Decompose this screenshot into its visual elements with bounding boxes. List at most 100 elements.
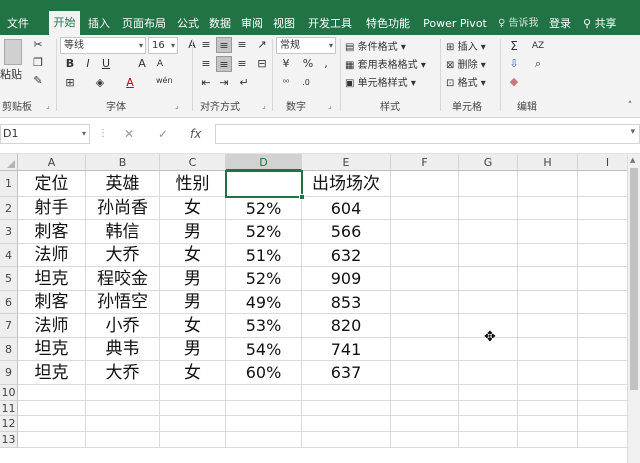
row-header-3[interactable]: 3 — [0, 220, 18, 244]
cell-f12[interactable] — [391, 416, 459, 432]
cell-d3[interactable]: 52% — [226, 220, 302, 244]
tab-insert[interactable]: 插入 — [84, 13, 114, 35]
cell-g4[interactable] — [459, 244, 518, 267]
tab-data[interactable]: 数据 — [206, 13, 234, 35]
tab-page-layout[interactable]: 页面布局 — [118, 13, 170, 35]
comma-button[interactable]: , — [318, 56, 334, 72]
alignment-launcher-icon[interactable]: ⌟ — [262, 101, 266, 110]
cell-a9[interactable]: 坦克 — [18, 361, 86, 385]
percent-button[interactable]: % — [300, 56, 316, 72]
cell-h7[interactable] — [518, 314, 578, 338]
cell-i13[interactable] — [578, 432, 627, 448]
cell-d6[interactable]: 49% — [226, 291, 302, 314]
insert-function-button[interactable]: fx — [190, 124, 201, 144]
login-button[interactable]: 登录 — [549, 13, 571, 35]
cell-g2[interactable] — [459, 197, 518, 220]
cell-g12[interactable] — [459, 416, 518, 432]
cell-b9[interactable]: 大乔 — [86, 361, 160, 385]
shrink-font-button[interactable]: A — [152, 56, 168, 72]
row-header-2[interactable]: 2 — [0, 197, 18, 220]
align-right-icon[interactable]: ≡ — [234, 56, 250, 72]
cell-d10[interactable] — [226, 385, 302, 401]
align-center-icon[interactable]: ≡ — [216, 56, 232, 72]
fill-color-icon[interactable]: ◈ — [92, 75, 108, 91]
cell-c9[interactable]: 女 — [160, 361, 226, 385]
tab-developer[interactable]: 开发工具 — [303, 13, 357, 35]
cell-g10[interactable] — [459, 385, 518, 401]
align-bottom-icon[interactable]: ≡ — [234, 37, 250, 53]
wrap-text-icon[interactable]: ↵ — [236, 75, 252, 91]
cell-g13[interactable] — [459, 432, 518, 448]
cell-e9[interactable]: 637 — [302, 361, 391, 385]
cell-c11[interactable] — [160, 401, 226, 416]
cell-i2[interactable] — [578, 197, 627, 220]
tab-power-pivot[interactable]: Power Pivot — [420, 13, 490, 35]
sort-filter-icon[interactable]: AZ — [530, 38, 546, 54]
cell-d8[interactable]: 54% — [226, 338, 302, 361]
currency-icon[interactable]: ¥ — [278, 56, 294, 72]
enter-icon[interactable]: ✓ — [158, 124, 168, 144]
row-header-6[interactable]: 6 — [0, 291, 18, 314]
row-header-9[interactable]: 9 — [0, 361, 18, 385]
find-select-icon[interactable]: ⌕ — [530, 56, 546, 72]
decrease-decimal-icon[interactable]: .0 — [298, 75, 314, 91]
cell-f5[interactable] — [391, 267, 459, 291]
cell-e8[interactable]: 741 — [302, 338, 391, 361]
cell-d2[interactable]: 52% — [226, 197, 302, 220]
cell-d11[interactable] — [226, 401, 302, 416]
align-middle-icon[interactable]: ≡ — [216, 37, 232, 53]
cell-a2[interactable]: 射手 — [18, 197, 86, 220]
cell-h5[interactable] — [518, 267, 578, 291]
collapse-ribbon-icon[interactable]: ˄ — [622, 98, 638, 114]
cell-e13[interactable] — [302, 432, 391, 448]
format-painter-icon[interactable]: ✎ — [30, 73, 46, 89]
cell-d12[interactable] — [226, 416, 302, 432]
font-launcher-icon[interactable]: ⌟ — [175, 101, 179, 110]
cell-e1[interactable]: 出场场次 — [302, 171, 391, 197]
borders-icon[interactable]: ⊞ — [62, 75, 78, 91]
tell-me-box[interactable]: ♀ 告诉我 — [498, 13, 539, 35]
cell-a13[interactable] — [18, 432, 86, 448]
cell-c1[interactable]: 性别 — [160, 171, 226, 197]
grow-font-button[interactable]: A — [134, 56, 150, 72]
paste-button[interactable]: 粘贴 — [0, 66, 22, 82]
cell-d13[interactable] — [226, 432, 302, 448]
merge-center-icon[interactable]: ⊟ — [254, 56, 270, 72]
cell-i3[interactable] — [578, 220, 627, 244]
column-header-h[interactable]: H — [518, 154, 578, 171]
cell-a6[interactable]: 刺客 — [18, 291, 86, 314]
align-left-icon[interactable]: ≡ — [198, 56, 214, 72]
tab-review[interactable]: 审阅 — [238, 13, 266, 35]
cell-g5[interactable] — [459, 267, 518, 291]
cell-f10[interactable] — [391, 385, 459, 401]
cell-f4[interactable] — [391, 244, 459, 267]
decrease-indent-icon[interactable]: ⇤ — [198, 75, 214, 91]
cell-e3[interactable]: 566 — [302, 220, 391, 244]
cell-h2[interactable] — [518, 197, 578, 220]
cell-g11[interactable] — [459, 401, 518, 416]
cell-b13[interactable] — [86, 432, 160, 448]
cell-c13[interactable] — [160, 432, 226, 448]
bold-button[interactable]: B — [62, 56, 78, 72]
cell-h11[interactable] — [518, 401, 578, 416]
cell-e10[interactable] — [302, 385, 391, 401]
vertical-scrollbar[interactable]: ▲ — [627, 154, 640, 463]
cell-e2[interactable]: 604 — [302, 197, 391, 220]
cell-i5[interactable] — [578, 267, 627, 291]
cell-a11[interactable] — [18, 401, 86, 416]
cell-c10[interactable] — [160, 385, 226, 401]
cell-b6[interactable]: 孙悟空 — [86, 291, 160, 314]
tab-file[interactable]: 文件 — [2, 13, 34, 35]
cell-i4[interactable] — [578, 244, 627, 267]
cell-c4[interactable]: 女 — [160, 244, 226, 267]
row-header-1[interactable]: 1 — [0, 171, 18, 197]
phonetic-guide-button[interactable]: wén — [156, 73, 173, 89]
cell-h12[interactable] — [518, 416, 578, 432]
cell-c7[interactable]: 女 — [160, 314, 226, 338]
conditional-formatting-button[interactable]: ▤ 条件格式 ▾ — [345, 38, 406, 53]
cell-f13[interactable] — [391, 432, 459, 448]
cell-h8[interactable] — [518, 338, 578, 361]
cell-f2[interactable] — [391, 197, 459, 220]
scrollbar-thumb[interactable] — [630, 168, 638, 390]
cell-a4[interactable]: 法师 — [18, 244, 86, 267]
